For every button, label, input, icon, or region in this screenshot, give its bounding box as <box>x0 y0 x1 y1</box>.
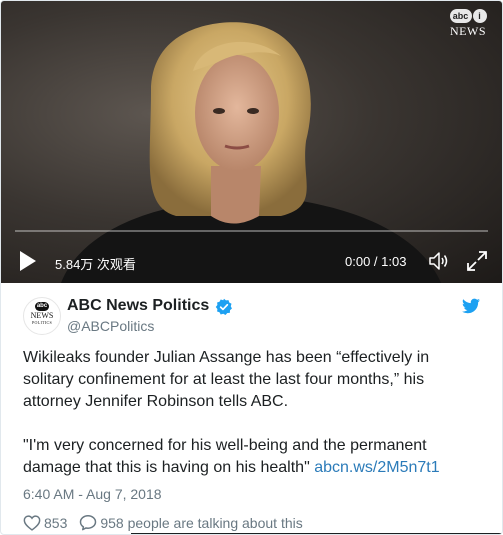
volume-icon[interactable] <box>427 249 451 273</box>
video-progress-bar[interactable] <box>15 230 488 232</box>
video-controls: 5.84万 次观看 0:00 / 1:03 <box>1 241 502 283</box>
like-button[interactable]: 853 <box>23 515 67 531</box>
video-timecode: 0:00 / 1:03 <box>345 254 407 269</box>
video-player[interactable]: abc i NEWS 5.84万 次观看 0:00 / 1:03 <box>1 1 502 283</box>
avatar-abc-logo: abc <box>35 302 49 311</box>
verified-badge-icon <box>215 298 232 315</box>
heart-icon <box>23 514 41 531</box>
abc-news-watermark: abc i NEWS <box>446 9 490 39</box>
tweet-text: Wikileaks founder Julian Assange has bee… <box>23 347 483 479</box>
avatar-news-text: NEWS <box>30 311 54 320</box>
view-count: 5.84万 次观看 <box>55 257 136 272</box>
conversation-text: 958 people are talking about this <box>100 514 303 531</box>
play-icon[interactable] <box>15 249 39 273</box>
tweet-paragraph: Wikileaks founder Julian Assange has bee… <box>23 349 430 410</box>
embedded-tweet-card: abc i NEWS 5.84万 次观看 0:00 / 1:03 abc NEW… <box>0 0 503 535</box>
fullscreen-icon[interactable] <box>465 249 489 273</box>
divider <box>131 533 502 534</box>
tweet-timestamp[interactable]: 6:40 AM - Aug 7, 2018 <box>23 486 162 502</box>
watermark-news-text: NEWS <box>450 24 486 38</box>
reply-button[interactable]: 958 people are talking about this <box>79 514 303 531</box>
info-icon: i <box>472 9 487 23</box>
user-handle[interactable]: @ABCPolitics <box>67 318 154 334</box>
speech-bubble-icon <box>80 515 97 531</box>
avatar[interactable]: abc NEWS POLITICS <box>23 297 61 335</box>
abc-logo: abc <box>449 9 472 23</box>
article-link[interactable]: abcn.ws/2M5n7t1 <box>314 459 439 476</box>
like-count: 853 <box>44 514 68 531</box>
display-name[interactable]: ABC News Politics <box>67 297 209 315</box>
tweet-paragraph: "I'm very concerned for his well-being a… <box>23 435 483 479</box>
twitter-bird-icon[interactable] <box>462 298 480 314</box>
avatar-politics-text: POLITICS <box>32 320 52 325</box>
tweet-actions: 853 958 people are talking about this <box>23 514 303 531</box>
